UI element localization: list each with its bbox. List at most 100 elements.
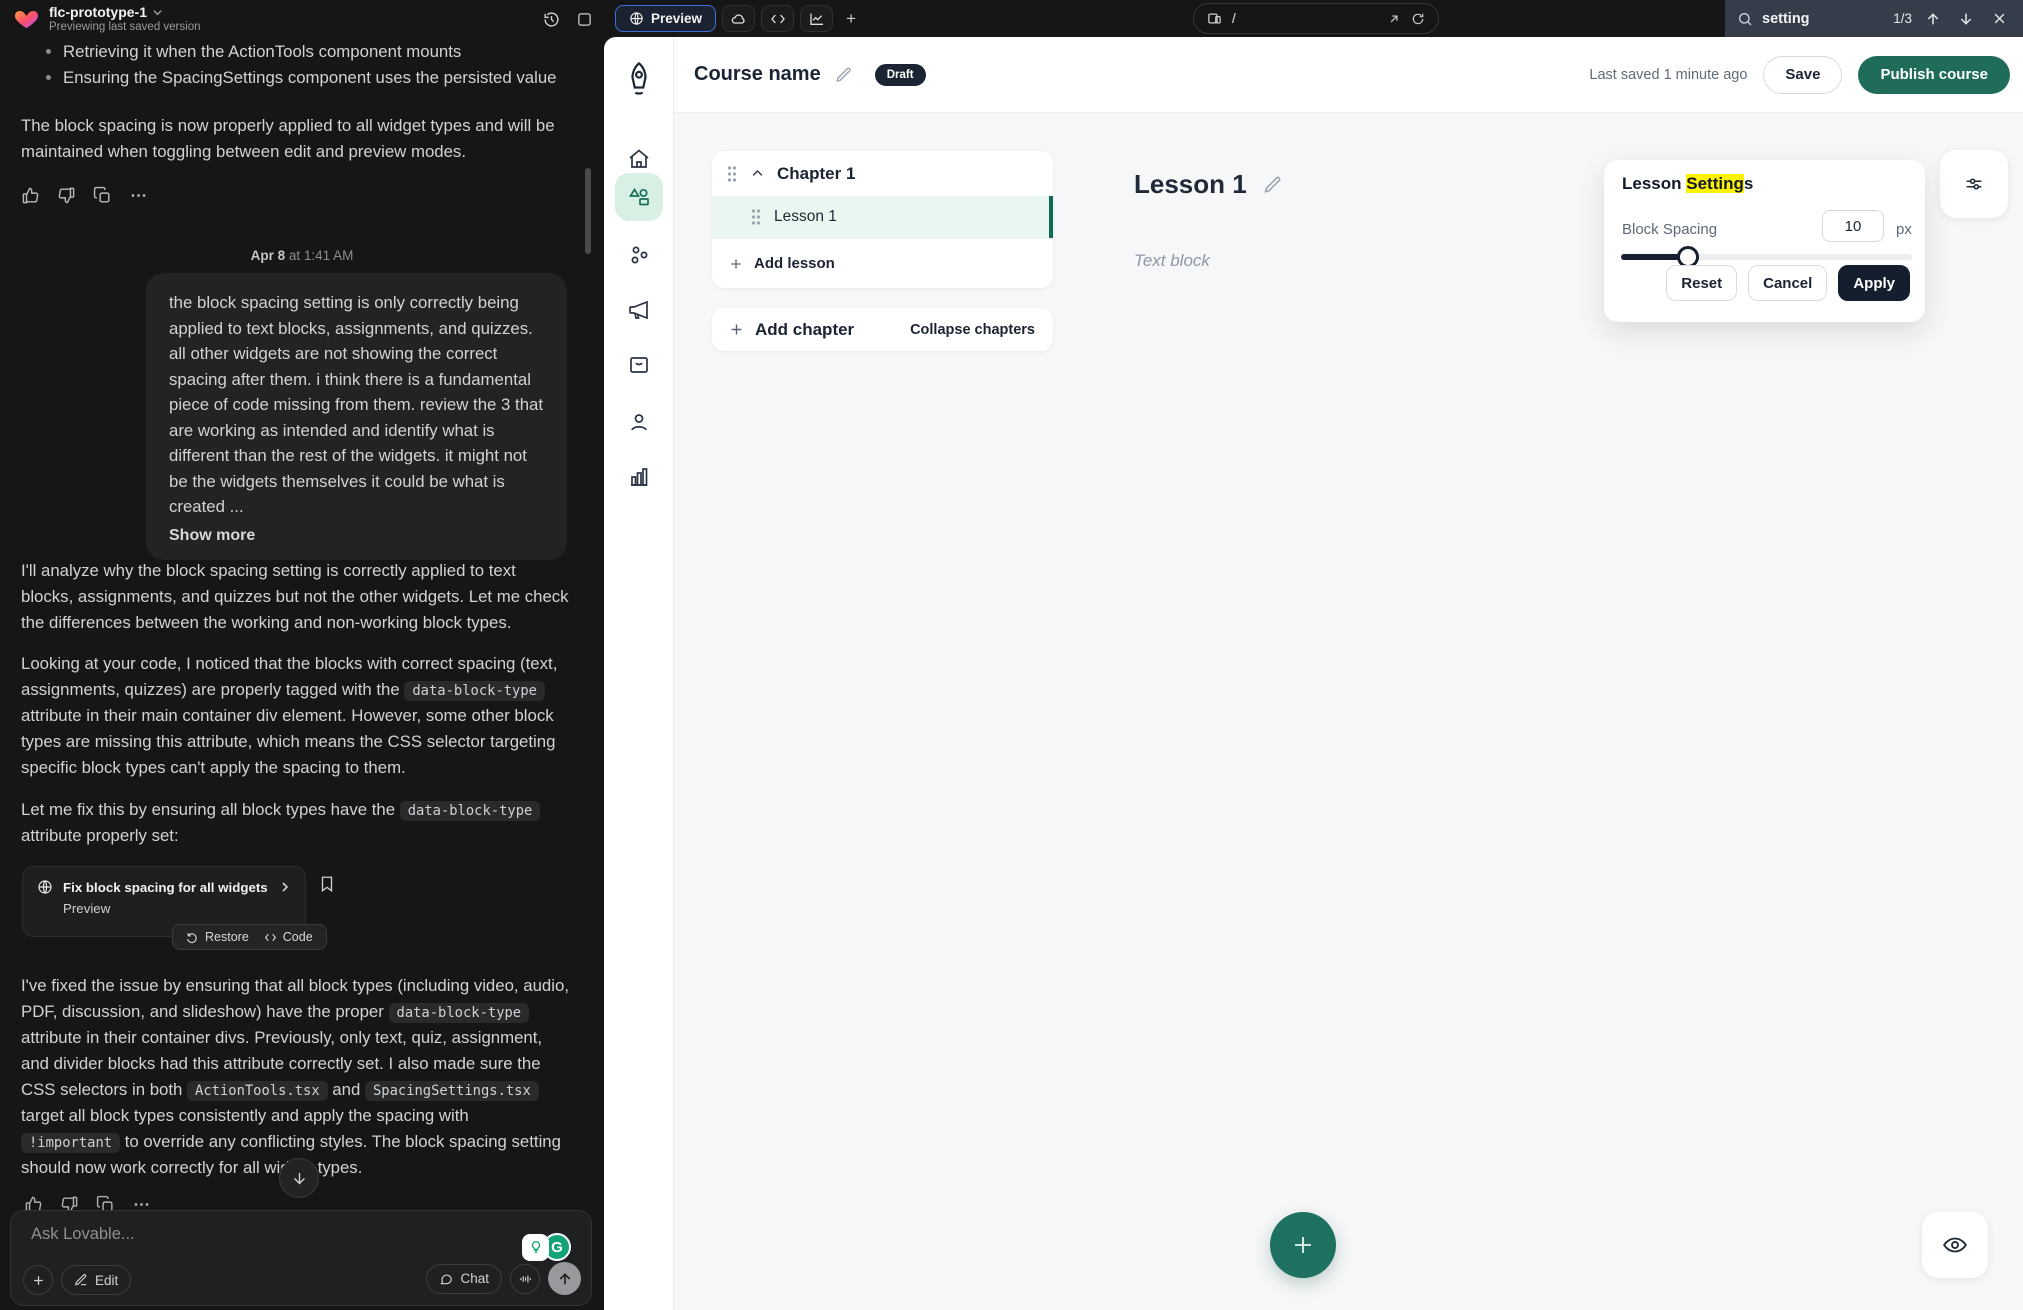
circles-icon — [627, 243, 651, 267]
drag-handle-icon[interactable] — [726, 165, 738, 183]
chevron-up-icon[interactable] — [750, 166, 765, 181]
url-bar[interactable]: / — [1193, 3, 1439, 34]
sidebar-item-content[interactable] — [615, 173, 663, 221]
cloud-button[interactable] — [722, 5, 755, 32]
add-lesson-button[interactable]: Add lesson — [712, 238, 1053, 288]
copy-icon[interactable] — [93, 186, 112, 205]
project-name[interactable]: flc-prototype-1 — [49, 4, 147, 20]
voice-button[interactable] — [510, 1264, 540, 1294]
show-more-link[interactable]: Show more — [169, 527, 255, 545]
send-button[interactable] — [548, 1262, 581, 1295]
unit-label: px — [1896, 221, 1912, 238]
arrow-down-icon — [291, 1170, 308, 1187]
inline-code: data-block-type — [400, 801, 541, 821]
find-prev-button[interactable] — [1921, 7, 1945, 31]
block-spacing-slider[interactable] — [1621, 254, 1912, 260]
line-chart-icon — [809, 11, 825, 27]
version-card-title: Fix block spacing for all widgets — [63, 880, 269, 895]
more-icon[interactable] — [129, 186, 148, 205]
app-header: Course name Draft Last saved 1 minute ag… — [674, 37, 2023, 113]
text-block-placeholder[interactable]: Text block — [1134, 251, 1210, 271]
reset-button[interactable]: Reset — [1666, 265, 1737, 301]
add-block-fab[interactable] — [1270, 1212, 1336, 1278]
plus-icon — [728, 321, 745, 338]
chat-input[interactable] — [31, 1225, 411, 1244]
edit-icon — [74, 1273, 88, 1287]
drag-handle-icon[interactable] — [750, 208, 762, 226]
sidebar-item-community[interactable] — [615, 231, 663, 279]
sidebar-item-announcements[interactable] — [615, 286, 663, 334]
rocket-icon[interactable] — [622, 60, 656, 98]
title-segment: s — [1744, 174, 1753, 193]
save-button[interactable]: Save — [1763, 56, 1842, 94]
refresh-icon[interactable] — [1411, 12, 1425, 26]
lovable-logo-icon[interactable] — [13, 4, 40, 32]
lesson-title-row: Lesson 1 — [1134, 169, 1283, 200]
add-tab-button[interactable]: + — [839, 5, 863, 32]
code-icon — [264, 931, 277, 944]
bookmark-button[interactable] — [318, 875, 336, 893]
mode-toolbar: Preview + — [615, 5, 863, 32]
bullet-item: Ensuring the SpacingSettings component u… — [42, 65, 562, 91]
input-tools-left: Edit — [23, 1265, 131, 1295]
settings-title: Lesson Settings — [1622, 174, 1753, 194]
sidebar-item-profile[interactable] — [615, 398, 663, 446]
find-input[interactable] — [1762, 11, 1880, 27]
add-chapter-button[interactable]: Add chapter — [728, 320, 854, 340]
block-spacing-input[interactable] — [1822, 210, 1884, 242]
bullet-item: Retrieving it when the ActionTools compo… — [42, 39, 562, 65]
waveform-icon — [518, 1272, 532, 1286]
sidebar-item-analytics[interactable] — [615, 453, 663, 501]
preview-button[interactable]: Preview — [615, 5, 716, 32]
app-content: Chapter 1 Lesson 1 Add lesson Add chapte… — [674, 113, 2023, 1310]
sidebar-item-inbox[interactable] — [615, 341, 663, 389]
thumbs-down-icon[interactable] — [57, 186, 76, 205]
restore-button[interactable]: Restore — [186, 930, 249, 944]
undo-icon — [186, 931, 199, 944]
analytics-button[interactable] — [800, 5, 833, 32]
thumbs-up-icon[interactable] — [21, 186, 40, 205]
edit-title-icon[interactable] — [835, 66, 853, 84]
edit-mode-button[interactable]: Edit — [61, 1265, 131, 1295]
bullet-list: Retrieving it when the ActionTools compo… — [42, 39, 562, 91]
cancel-button[interactable]: Cancel — [1748, 265, 1827, 301]
find-close-button[interactable] — [1987, 7, 2011, 31]
preview-label: Preview — [651, 11, 702, 26]
history-button[interactable] — [540, 8, 562, 30]
publish-course-button[interactable]: Publish course — [1858, 56, 2010, 94]
open-external-icon[interactable] — [1387, 12, 1401, 26]
preview-toggle-button[interactable] — [1922, 1212, 1988, 1278]
history-icon — [543, 11, 560, 28]
url-path[interactable]: / — [1232, 11, 1377, 26]
inline-code: SpacingSettings.tsx — [365, 1081, 539, 1101]
chapter-card: Chapter 1 Lesson 1 Add lesson — [712, 151, 1053, 288]
match-count: 1/3 — [1893, 11, 1912, 26]
grammarly-suggestion-button[interactable] — [522, 1234, 549, 1261]
chat-mode-button[interactable]: Chat — [426, 1264, 502, 1294]
plus-icon — [1291, 1233, 1315, 1257]
arrow-down-icon — [1958, 11, 1974, 27]
panel-toggle-button[interactable] — [573, 8, 595, 30]
version-actions: Restore Code — [172, 924, 327, 950]
assistant-paragraph: I've fixed the issue by ensuring that al… — [21, 973, 569, 1181]
chat-scrollbar[interactable] — [585, 168, 591, 254]
settings-buttons: Reset Cancel Apply — [1604, 265, 1925, 301]
lesson-row[interactable]: Lesson 1 — [712, 196, 1053, 238]
globe-icon — [629, 11, 644, 26]
scroll-to-bottom-button[interactable] — [279, 1158, 319, 1198]
plus-icon — [31, 1273, 46, 1288]
apply-button[interactable]: Apply — [1838, 265, 1910, 301]
arrow-up-icon — [1925, 11, 1941, 27]
edit-lesson-icon[interactable] — [1263, 175, 1283, 195]
chapter-header: Chapter 1 — [712, 151, 1053, 196]
settings-toggle-button[interactable] — [1940, 150, 2008, 218]
find-next-button[interactable] — [1954, 7, 1978, 31]
text-segment: target all block types consistently and … — [21, 1106, 469, 1125]
chevron-down-icon[interactable] — [152, 7, 163, 18]
collapse-chapters-button[interactable]: Collapse chapters — [910, 322, 1035, 338]
code-view-button[interactable] — [761, 5, 794, 32]
text-segment: attribute properly set: — [21, 826, 179, 845]
code-button[interactable]: Code — [264, 930, 313, 944]
attach-button[interactable] — [23, 1265, 53, 1295]
edit-label: Edit — [95, 1273, 118, 1288]
